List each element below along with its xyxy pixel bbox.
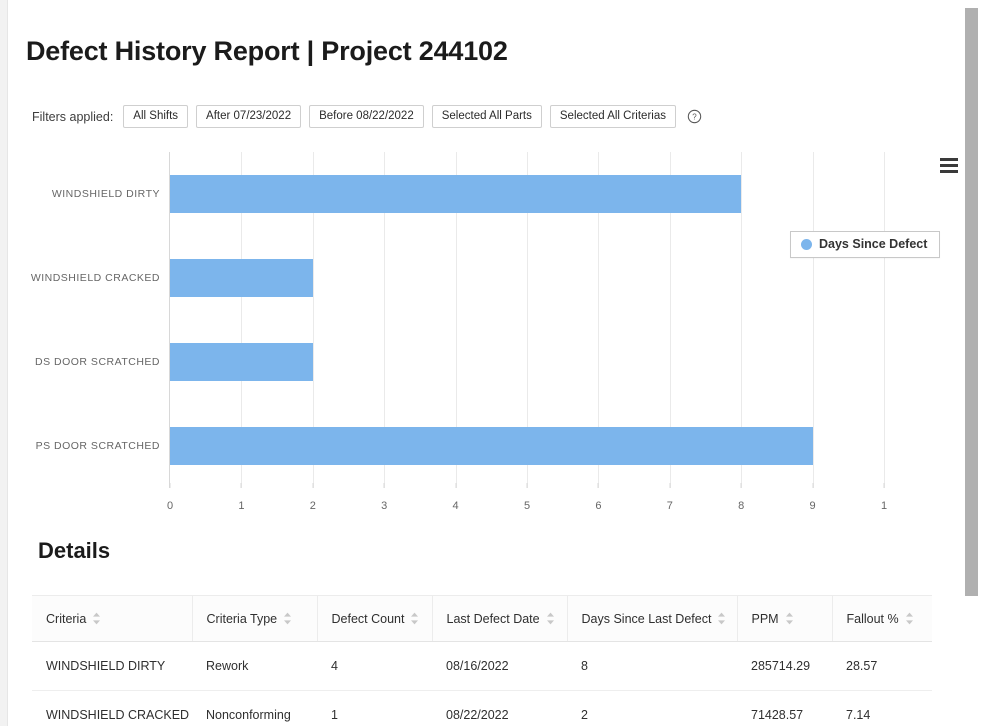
y-axis-category-label: DS DOOR SCRATCHED bbox=[35, 356, 160, 368]
column-header-criteria-type[interactable]: Criteria Type bbox=[192, 595, 318, 642]
column-header-label: PPM bbox=[751, 611, 779, 626]
sort-arrows-icon[interactable] bbox=[905, 612, 914, 625]
y-axis-category-label: WINDSHIELD DIRTY bbox=[51, 188, 160, 200]
chart-gridline bbox=[884, 152, 885, 488]
cell-criteria-type: Nonconforming bbox=[192, 690, 317, 726]
sort-arrows-icon[interactable] bbox=[283, 612, 292, 625]
x-axis-tick-label: 2 bbox=[309, 500, 316, 512]
filters-applied-label: Filters applied: bbox=[32, 109, 114, 124]
y-axis-category-label: WINDSHIELD CRACKED bbox=[30, 272, 160, 284]
table-header-row: Criteria Criteria Type Defect Count Last De… bbox=[32, 595, 932, 642]
chart-bar[interactable] bbox=[170, 259, 313, 297]
x-axis-tick-label: 1 bbox=[238, 500, 245, 512]
filter-chip-after-date[interactable]: After 07/23/2022 bbox=[196, 105, 302, 129]
legend-label: Days Since Defect bbox=[819, 237, 928, 251]
x-axis-tick-label: 3 bbox=[381, 500, 388, 512]
cell-defect-count: 1 bbox=[317, 690, 432, 726]
column-header-label: Last Defect Date bbox=[446, 611, 540, 626]
sort-arrows-icon[interactable] bbox=[785, 612, 794, 625]
x-axis-tick-label: 6 bbox=[595, 500, 602, 512]
filter-chip-shifts[interactable]: All Shifts bbox=[123, 105, 189, 129]
sort-arrows-icon[interactable] bbox=[546, 612, 555, 625]
table-row[interactable]: WINDSHIELD DIRTY Rework 4 08/16/2022 8 285714… bbox=[32, 641, 932, 691]
cell-ppm: 285714.29 bbox=[737, 641, 832, 691]
chart-category-row: WINDSHIELD DIRTY bbox=[52, 152, 884, 236]
report-page: Defect History Report | Project 244102 F… bbox=[8, 0, 964, 726]
cell-last-defect-date: 08/22/2022 bbox=[432, 690, 567, 726]
sort-arrows-icon[interactable] bbox=[410, 612, 419, 625]
column-header-label: Fallout % bbox=[846, 611, 899, 626]
column-header-label: Criteria Type bbox=[206, 611, 278, 626]
cell-defect-count: 4 bbox=[317, 641, 432, 691]
x-axis-tick-label: 9 bbox=[809, 500, 816, 512]
cell-criteria: WINDSHIELD CRACKED bbox=[32, 690, 192, 726]
column-header-label: Defect Count bbox=[331, 611, 405, 626]
page-title: Defect History Report | Project 244102 bbox=[26, 36, 508, 66]
x-axis-tick-label: 4 bbox=[452, 500, 459, 512]
column-header-defect-count[interactable]: Defect Count bbox=[317, 595, 433, 642]
column-header-ppm[interactable]: PPM bbox=[737, 595, 833, 642]
cell-fallout-pct: 28.57 bbox=[832, 641, 932, 691]
table-body: WINDSHIELD DIRTY Rework 4 08/16/2022 8 285714… bbox=[32, 641, 932, 726]
hamburger-menu-icon[interactable] bbox=[940, 158, 958, 173]
details-table-wrapper: Criteria Criteria Type Defect Count Last De… bbox=[32, 595, 932, 726]
sort-arrows-icon[interactable] bbox=[717, 612, 726, 625]
chart-legend[interactable]: Days Since Defect bbox=[790, 231, 941, 258]
chart-plot-area: 0 1 2 3 4 5 6 7 8 9 1 WINDSHIELD DIRTY WINDSHIELD CR… bbox=[31, 152, 887, 512]
column-header-fallout[interactable]: Fallout % bbox=[832, 595, 932, 642]
cell-criteria: WINDSHIELD DIRTY bbox=[32, 641, 192, 691]
vertical-scrollbar-thumb[interactable] bbox=[965, 8, 978, 596]
chart-category-row: WINDSHIELD CRACKED bbox=[31, 236, 884, 320]
legend-marker-icon bbox=[801, 238, 812, 250]
filter-chip-criterias[interactable]: Selected All Criterias bbox=[549, 105, 676, 129]
chart-bar[interactable] bbox=[170, 175, 742, 213]
chart-bar[interactable] bbox=[170, 427, 813, 465]
filter-chip-parts[interactable]: Selected All Parts bbox=[431, 105, 542, 129]
column-header-label: Criteria bbox=[46, 611, 87, 626]
table-row[interactable]: WINDSHIELD CRACKED Nonconforming 1 08/22/20… bbox=[32, 690, 932, 726]
details-heading: Details bbox=[38, 538, 111, 563]
x-axis-tick-label: 7 bbox=[666, 500, 673, 512]
filter-chip-before-date[interactable]: Before 08/22/2022 bbox=[309, 105, 424, 129]
x-axis-tick-label: 8 bbox=[738, 500, 745, 512]
column-header-days-since-last-defect[interactable]: Days Since Last Defect bbox=[567, 595, 738, 642]
table-header: Criteria Criteria Type Defect Count Last De… bbox=[32, 595, 932, 642]
question-circle-icon[interactable]: ? bbox=[687, 109, 702, 124]
cell-last-defect-date: 08/16/2022 bbox=[432, 641, 567, 691]
left-gutter bbox=[0, 0, 8, 726]
column-header-label: Days Since Last Defect bbox=[581, 611, 712, 626]
sort-arrows-icon[interactable] bbox=[92, 612, 101, 625]
chart-bar[interactable] bbox=[170, 343, 313, 381]
x-axis-tick-label: 0 bbox=[166, 500, 174, 512]
y-axis-category-label: PS DOOR SCRATCHED bbox=[35, 440, 160, 452]
cell-ppm: 71428.57 bbox=[737, 690, 832, 726]
cell-days-since-last-defect: 8 bbox=[567, 641, 737, 691]
column-header-criteria[interactable]: Criteria bbox=[32, 595, 193, 642]
defect-bar-chart: 0 1 2 3 4 5 6 7 8 9 1 WINDSHIELD DIRTY WINDSHIELD CR… bbox=[26, 140, 956, 515]
column-header-last-defect-date[interactable]: Last Defect Date bbox=[432, 595, 568, 642]
cell-criteria-type: Rework bbox=[192, 641, 317, 691]
x-axis-tick-label: 5 bbox=[523, 500, 531, 512]
details-table: Criteria Criteria Type Defect Count Last De… bbox=[32, 595, 932, 726]
svg-text:?: ? bbox=[692, 113, 697, 122]
x-axis-tick-label: 1 bbox=[880, 500, 888, 512]
chart-category-row: PS DOOR SCRATCHED bbox=[36, 404, 884, 488]
cell-fallout-pct: 7.14 bbox=[832, 690, 932, 726]
chart-category-row: DS DOOR SCRATCHED bbox=[35, 320, 884, 404]
filters-bar: Filters applied: All Shifts After 07/23/… bbox=[32, 105, 702, 129]
cell-days-since-last-defect: 2 bbox=[567, 690, 737, 726]
